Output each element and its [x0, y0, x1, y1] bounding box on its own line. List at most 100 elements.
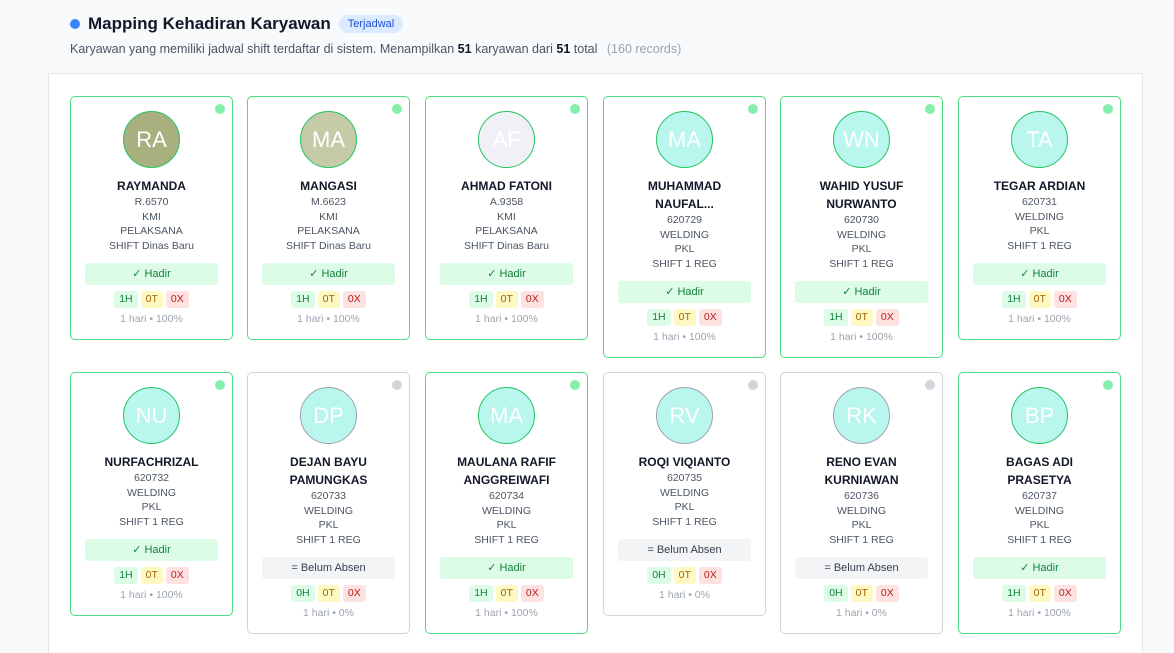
overtime-count-chip: 0T: [495, 291, 518, 308]
present-count-chip: 1H: [114, 291, 138, 308]
attendance-summary: 1 hari • 100%: [475, 607, 538, 619]
attendance-status: ✓ Hadir: [85, 263, 218, 285]
absent-count-chip: 0X: [875, 585, 899, 602]
employee-position: PKL: [674, 501, 695, 513]
online-status-dot: [570, 380, 580, 390]
absent-count-chip: 0X: [165, 291, 189, 308]
employee-card[interactable]: MA MUHAMMAD NAUFAL... 620729 WELDING PKL…: [603, 96, 766, 358]
avatar: BP: [1011, 387, 1068, 444]
employee-card[interactable]: BP BAGAS ADI PRASETYA 620737 WELDING PKL…: [958, 372, 1121, 634]
employee-name: DEJAN BAYU: [290, 455, 367, 469]
attendance-status: ✓ Hadir: [973, 557, 1106, 579]
employee-card[interactable]: DP DEJAN BAYU PAMUNGKAS 620733 WELDING P…: [247, 372, 410, 634]
employee-company: WELDING: [836, 228, 886, 241]
overtime-count-chip: 0T: [1028, 585, 1051, 602]
employee-info: RENO EVAN KURNIAWAN 620736 WELDING PKL S…: [781, 453, 942, 619]
present-count-chip: 1H: [469, 291, 493, 308]
employee-position: PKL: [851, 519, 872, 531]
overtime-count-chip: 0T: [140, 567, 163, 584]
present-count-chip: 1H: [291, 291, 315, 308]
attendance-status: ✓ Hadir: [262, 263, 395, 285]
total-count: 51: [556, 42, 571, 56]
employee-card[interactable]: NU NURFACHRIZAL 620732 WELDING PKL SHIFT…: [70, 372, 233, 616]
employee-info: MUHAMMAD NAUFAL... 620729 WELDING PKL SH…: [604, 177, 765, 343]
present-count-chip: 1H: [114, 567, 138, 584]
employee-position: PKL: [318, 519, 339, 531]
employee-card[interactable]: RA RAYMANDA R.6570 KMI PELAKSANA SHIFT D…: [70, 96, 233, 340]
attendance-chips: 1H 0T 0X: [426, 585, 587, 602]
employee-company: WELDING: [1014, 210, 1064, 223]
online-status-dot: [392, 380, 402, 390]
present-count-chip: 0H: [647, 567, 671, 584]
attendance-summary: 1 hari • 100%: [830, 331, 893, 343]
status-dot-icon: [70, 19, 80, 29]
employee-card[interactable]: AF AHMAD FATONI A.9358 KMI PELAKSANA SHI…: [425, 96, 588, 340]
overtime-count-chip: 0T: [1028, 291, 1051, 308]
attendance-status: ✓ Hadir: [618, 281, 751, 303]
overtime-count-chip: 0T: [317, 585, 340, 602]
online-status-dot: [748, 380, 758, 390]
attendance-summary: 1 hari • 100%: [475, 313, 538, 325]
employee-shift: SHIFT 1 REG: [474, 533, 539, 546]
absent-count-chip: 0X: [875, 309, 899, 326]
present-count-chip: 0H: [824, 585, 848, 602]
overtime-count-chip: 0T: [495, 585, 518, 602]
online-status-dot: [1103, 380, 1113, 390]
employee-name: ROQI VIQIANTO: [638, 455, 731, 469]
attendance-chips: 1H 0T 0X: [959, 585, 1120, 602]
attendance-chips: 1H 0T 0X: [71, 291, 232, 308]
employee-shift: SHIFT 1 REG: [1007, 533, 1072, 546]
employee-id: 620737: [1021, 490, 1058, 502]
employee-id: M.6623: [310, 196, 347, 208]
employee-card[interactable]: MA MAULANA RAFIF ANGGREIWAFI 620734 WELD…: [425, 372, 588, 634]
employee-info: AHMAD FATONI A.9358 KMI PELAKSANA SHIFT …: [426, 177, 587, 325]
employee-name: MAULANA RAFIF: [457, 455, 556, 469]
employee-shift: SHIFT 1 REG: [119, 515, 184, 528]
employee-id: 620731: [1021, 196, 1058, 208]
employee-card[interactable]: TA TEGAR ARDIAN 620731 WELDING PKL SHIFT…: [958, 96, 1121, 340]
employee-position: PELAKSANA: [120, 225, 183, 237]
attendance-chips: 1H 0T 0X: [959, 291, 1120, 308]
employee-info: DEJAN BAYU PAMUNGKAS 620733 WELDING PKL …: [248, 453, 409, 619]
employee-position: PKL: [851, 243, 872, 255]
present-count-chip: 1H: [824, 309, 848, 326]
employee-card[interactable]: RV ROQI VIQIANTO 620735 WELDING PKL SHIF…: [603, 372, 766, 616]
avatar: MA: [656, 111, 713, 168]
employee-card[interactable]: MA MANGASI M.6623 KMI PELAKSANA SHIFT Di…: [247, 96, 410, 340]
employee-company: WELDING: [836, 504, 886, 517]
absent-count-chip: 0X: [698, 309, 722, 326]
employee-card[interactable]: RK RENO EVAN KURNIAWAN 620736 WELDING PK…: [780, 372, 943, 634]
employee-name-line2: NURWANTO: [826, 197, 897, 211]
online-status-dot: [215, 104, 225, 114]
online-status-dot: [925, 380, 935, 390]
employee-card[interactable]: WN WAHID YUSUF NURWANTO 620730 WELDING P…: [780, 96, 943, 358]
attendance-chips: 0H 0T 0X: [248, 585, 409, 602]
title-row: Mapping Kehadiran Karyawan Terjadwal: [70, 14, 404, 34]
employee-shift: SHIFT Dinas Baru: [464, 239, 549, 252]
employee-name-line2: PRASETYA: [1007, 473, 1072, 487]
attendance-status: ✓ Hadir: [440, 557, 573, 579]
employee-position: PKL: [141, 501, 162, 513]
absent-count-chip: 0X: [1053, 291, 1077, 308]
scheduled-badge: Terjadwal: [338, 15, 404, 33]
attendance-status: ✓ Hadir: [795, 281, 928, 303]
employee-position: PKL: [1029, 519, 1050, 531]
employee-name: BAGAS ADI: [1006, 455, 1073, 469]
attendance-status: ✓ Hadir: [973, 263, 1106, 285]
avatar: DP: [300, 387, 357, 444]
page-title: Mapping Kehadiran Karyawan: [88, 14, 331, 33]
employee-company: WELDING: [126, 486, 176, 499]
employee-shift: SHIFT 1 REG: [829, 257, 894, 270]
present-count-chip: 0H: [291, 585, 315, 602]
absent-count-chip: 0X: [342, 585, 366, 602]
overtime-count-chip: 0T: [673, 567, 696, 584]
attendance-summary: 1 hari • 100%: [1008, 607, 1071, 619]
employee-name-line2: NAUFAL...: [655, 197, 714, 211]
employee-position: PKL: [674, 243, 695, 255]
overtime-count-chip: 0T: [140, 291, 163, 308]
employee-company: WELDING: [303, 504, 353, 517]
employee-info: MANGASI M.6623 KMI PELAKSANA SHIFT Dinas…: [248, 177, 409, 325]
online-status-dot: [748, 104, 758, 114]
avatar: MA: [300, 111, 357, 168]
employee-info: TEGAR ARDIAN 620731 WELDING PKL SHIFT 1 …: [959, 177, 1120, 325]
